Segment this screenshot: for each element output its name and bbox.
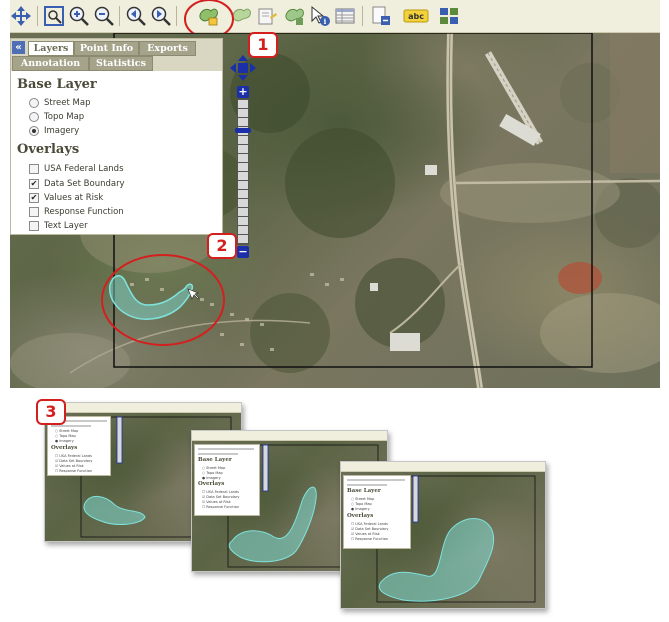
toolbar-divider [119,6,120,26]
panel-tab-bar: « Layers Point Info Exports Annotation S… [11,39,222,71]
tab-layers[interactable]: Layers [28,41,74,56]
overlay-text-layer[interactable]: Text Layer [29,221,88,231]
zoom-extent-icon[interactable] [43,5,65,27]
radio-street[interactable] [29,98,39,108]
callout-1: 1 [248,32,278,58]
tab-annotation[interactable]: Annotation [12,56,89,71]
zoom-out-button[interactable]: − [237,246,249,258]
identify-icon[interactable]: i [309,5,331,27]
pan-icon[interactable] [10,5,32,27]
checkbox-usa-federal-lands[interactable] [29,164,39,174]
thumb-toolbar [341,462,545,472]
thumb-panel: ○ Street Map ○ Topo Map ● Imagery Overla… [47,416,111,476]
base-layer-option-topo[interactable]: Topo Map [29,112,84,122]
edit-polygon-icon[interactable] [256,5,278,27]
zoom-in-button[interactable]: + [237,86,249,98]
base-layer-option-street[interactable]: Street Map [29,98,90,108]
overlay-data-set-boundary[interactable]: ✔ Data Set Boundary [29,179,125,189]
radio-imagery[interactable] [29,126,39,136]
layers-panel: « Layers Point Info Exports Annotation S… [10,38,223,235]
label-icon[interactable]: abc [403,5,429,27]
table-icon[interactable] [334,5,356,27]
zoom-in-icon[interactable] [68,5,90,27]
label-icon-text: abc [408,12,424,21]
polygon-highlight-ellipse [101,254,225,346]
overlay-values-at-risk[interactable]: ✔ Values at Risk [29,193,103,203]
base-layer-title: Base Layer [17,77,97,92]
radio-topo[interactable] [29,112,39,122]
base-layer-option-label: Topo Map [44,112,85,122]
pan-control[interactable] [229,54,257,82]
step-thumbnail-3: Base Layer ○ Street Map ○ Topo Map ● Ima… [340,461,546,609]
overlay-label: Text Layer [44,221,88,231]
checkbox-data-set-boundary[interactable]: ✔ [29,179,39,189]
overlay-label: Response Function [44,207,124,217]
thumb-panel: Base Layer ○ Street Map ○ Topo Map ● Ima… [194,444,260,516]
checkbox-text-layer[interactable] [29,221,39,231]
export-icon[interactable] [370,5,392,27]
checkbox-response-function[interactable] [29,207,39,217]
zoom-slider-track[interactable] [237,99,249,245]
svg-text:i: i [324,17,327,26]
tab-exports[interactable]: Exports [139,41,196,56]
toolbar-divider [362,6,363,26]
layers-grid-icon[interactable] [438,5,460,27]
zoom-previous-icon[interactable] [125,5,147,27]
toolbar-divider [37,6,38,26]
callout-3: 3 [36,399,66,425]
polygon-tool-icon[interactable] [284,5,306,27]
overlay-label: USA Federal Lands [44,164,124,174]
base-layer-option-imagery[interactable]: Imagery [29,126,79,136]
overlay-label: Data Set Boundary [44,179,125,189]
map-toolbar: i abc [10,0,660,33]
thumb-toolbar [192,431,387,441]
overlay-label: Values at Risk [44,193,104,203]
overlay-usa-federal-lands[interactable]: USA Federal Lands [29,164,124,174]
checkbox-values-at-risk[interactable]: ✔ [29,193,39,203]
base-layer-option-label: Street Map [44,98,91,108]
overlay-response-function[interactable]: Response Function [29,207,124,217]
zoom-slider-handle[interactable] [235,128,251,133]
tab-point-info[interactable]: Point Info [74,41,139,56]
toolbar-divider [176,6,177,26]
thumb-panel: Base Layer ○ Street Map ○ Topo Map ● Ima… [343,475,411,549]
base-layer-option-label: Imagery [44,126,80,136]
zoom-next-icon[interactable] [150,5,172,27]
overlays-title: Overlays [17,142,80,157]
collapse-panel-icon[interactable]: « [12,41,25,54]
thumb-toolbar [45,403,241,413]
callout-2: 2 [207,233,237,259]
zoom-out-icon[interactable] [93,5,115,27]
tab-statistics[interactable]: Statistics [89,56,153,71]
